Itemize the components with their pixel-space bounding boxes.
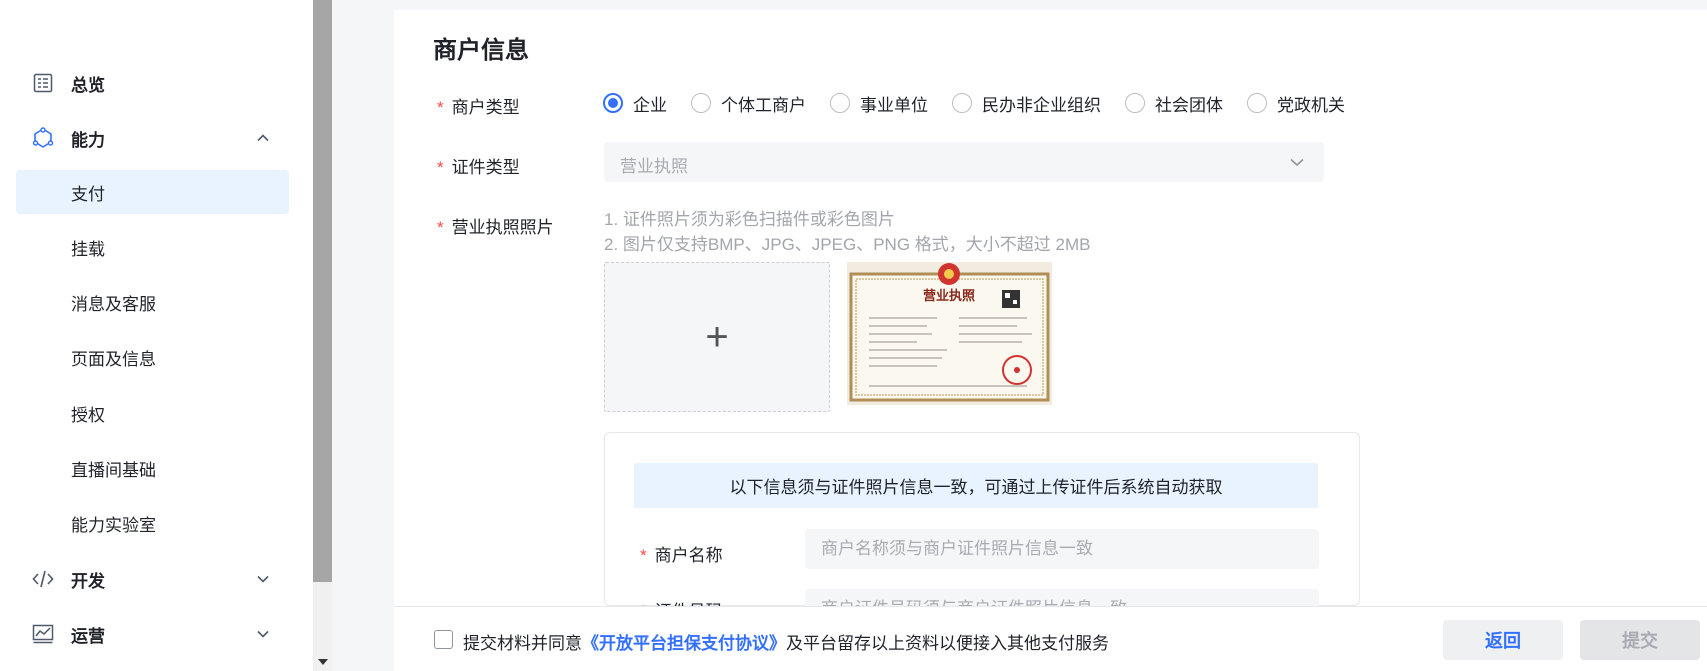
chart-icon <box>32 623 54 645</box>
radio-circle[interactable] <box>691 93 711 113</box>
dashboard-icon <box>32 72 54 94</box>
sidebar-item-label: 挂载 <box>71 239 105 259</box>
chevron-down-icon <box>1288 153 1306 171</box>
required-mark: * <box>437 98 444 117</box>
agreement-prefix: 提交材料并同意 <box>463 634 582 653</box>
cert-type-label: * 证件类型 <box>437 158 520 177</box>
sidebar-item-live-room[interactable]: 直播间基础 <box>16 446 289 490</box>
merchant-name-input[interactable] <box>805 529 1319 569</box>
cert-type-select[interactable]: 营业执照 <box>604 142 1324 182</box>
radio-circle[interactable] <box>603 93 623 113</box>
radio-circle[interactable] <box>1125 93 1145 113</box>
radio-government-agency[interactable]: 党政机关 <box>1247 91 1345 116</box>
chevron-down-icon[interactable] <box>254 625 272 643</box>
agreement-link[interactable]: 《开放平台担保支付协议》 <box>582 634 786 653</box>
agree-checkbox[interactable] <box>434 630 453 649</box>
sidebar-item-message-service[interactable]: 消息及客服 <box>16 280 289 324</box>
submit-button[interactable]: 提交 <box>1580 620 1700 660</box>
nav-ability[interactable]: 能力 <box>0 116 313 160</box>
sidebar-item-lab[interactable]: 能力实验室 <box>16 501 289 545</box>
sidebar-item-label: 直播间基础 <box>71 460 156 480</box>
radio-circle[interactable] <box>952 93 972 113</box>
license-info-card <box>604 432 1360 606</box>
sidebar-item-label: 页面及信息 <box>71 349 156 369</box>
ability-icon <box>32 127 54 149</box>
thumbnail-title: 营业执照 <box>923 288 975 304</box>
merchant-type-radio-group: 企业 个体工商户 事业单位 民办非企业组织 社会团体 党政机关 <box>603 91 1369 115</box>
upload-hint-1: 1. 证件照片须为彩色扫描件或彩色图片 <box>604 210 895 229</box>
nav-overview[interactable]: 总览 <box>0 61 313 105</box>
radio-individual-business[interactable]: 个体工商户 <box>691 91 806 116</box>
page-title: 商户信息 <box>433 37 529 64</box>
sidebar-item-label: 能力实验室 <box>71 515 156 535</box>
sidebar-item-page-info[interactable]: 页面及信息 <box>16 335 289 379</box>
scroll-down-arrow-icon[interactable] <box>313 653 332 671</box>
radio-circle[interactable] <box>1247 93 1267 113</box>
agreement-text: 提交材料并同意《开放平台担保支付协议》及平台留存以上资料以便接入其他支付服务 <box>463 629 1109 654</box>
nav-overview-label: 总览 <box>71 75 105 95</box>
radio-public-institution[interactable]: 事业单位 <box>830 91 928 116</box>
radio-enterprise[interactable]: 企业 <box>603 91 667 116</box>
sidebar-item-authorization[interactable]: 授权 <box>16 391 289 435</box>
back-button[interactable]: 返回 <box>1443 620 1563 660</box>
sidebar-item-mount[interactable]: 挂载 <box>16 225 289 269</box>
nav-operate-label: 运营 <box>71 626 105 646</box>
nav-operate[interactable]: 运营 <box>0 612 313 656</box>
info-banner: 以下信息须与证件照片信息一致，可通过上传证件后系统自动获取 <box>634 463 1318 508</box>
radio-private-non-enterprise[interactable]: 民办非企业组织 <box>952 91 1101 116</box>
nav-ability-label: 能力 <box>71 130 105 150</box>
sidebar-item-label: 授权 <box>71 405 105 425</box>
sidebar: 总览 能力 支付 挂载 消息及客服 页面及信息 授权 直播间基础 能力实验室 开… <box>0 0 313 671</box>
scrollbar-thumb[interactable] <box>313 0 332 582</box>
agreement-suffix: 及平台留存以上资料以便接入其他支付服务 <box>786 634 1109 653</box>
merchant-type-label: * 商户类型 <box>437 98 520 117</box>
chevron-down-icon[interactable] <box>254 570 272 588</box>
merchant-name-label: * 商户名称 <box>640 546 723 565</box>
chevron-up-icon[interactable] <box>254 129 272 147</box>
license-photo-label: * 营业执照照片 <box>437 218 554 237</box>
upload-button[interactable]: + <box>604 262 830 412</box>
sidebar-item-payment[interactable]: 支付 <box>16 170 289 214</box>
required-mark: * <box>640 546 647 565</box>
required-mark: * <box>437 158 444 177</box>
nav-develop[interactable]: 开发 <box>0 557 313 601</box>
code-icon <box>32 568 54 590</box>
required-mark: * <box>437 218 444 237</box>
plus-icon: + <box>705 315 729 359</box>
sidebar-item-label: 支付 <box>71 184 105 204</box>
radio-circle[interactable] <box>830 93 850 113</box>
nav-develop-label: 开发 <box>71 571 105 591</box>
radio-social-organization[interactable]: 社会团体 <box>1125 91 1223 116</box>
cert-type-value: 营业执照 <box>620 157 688 176</box>
upload-hint-2: 2. 图片仅支持BMP、JPG、JPEG、PNG 格式，大小不超过 2MB <box>604 235 1091 254</box>
license-thumbnail[interactable]: 营业执照 <box>847 262 1052 405</box>
sidebar-item-label: 消息及客服 <box>71 294 156 314</box>
